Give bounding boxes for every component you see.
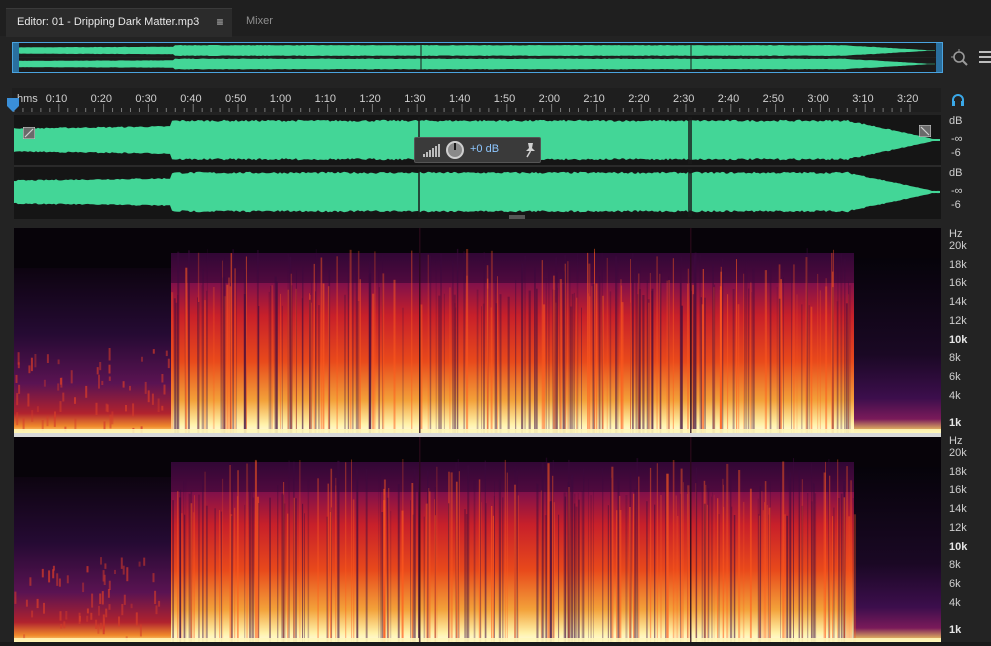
ruler-tick-label: 1:30 bbox=[404, 93, 426, 105]
overview-waveform bbox=[13, 43, 942, 72]
gain-value[interactable]: +0 dB bbox=[470, 143, 499, 155]
freq-tick-label: 20k bbox=[949, 240, 967, 252]
ruler-tick-label: 2:00 bbox=[538, 93, 561, 105]
tab-mixer[interactable]: Mixer bbox=[246, 15, 273, 27]
freq-tick-label: 14k bbox=[949, 503, 967, 515]
freq-tick-label: 16k bbox=[949, 484, 967, 496]
ruler-tick-label: 2:50 bbox=[762, 93, 785, 105]
tab-menu-icon[interactable]: ≡ bbox=[214, 16, 226, 28]
freq-unit-label: Hz bbox=[949, 228, 963, 240]
amp-mid-top: -∞ bbox=[951, 133, 963, 145]
freq-tick-label: 18k bbox=[949, 259, 967, 271]
freq-tick-label: 6k bbox=[949, 578, 961, 590]
freq-tick-label: 10k bbox=[949, 334, 968, 346]
freq-tick-label: 8k bbox=[949, 352, 961, 364]
ruler-tick-label: 2:30 bbox=[673, 93, 695, 105]
bottom-border bbox=[0, 642, 991, 646]
freq-tick-label: 12k bbox=[949, 522, 967, 534]
amp-unit-top: dB bbox=[949, 115, 963, 127]
freq-tick-label: 4k bbox=[949, 390, 961, 402]
freq-tick-label: 16k bbox=[949, 277, 967, 289]
ruler-tick-label: 0:20 bbox=[90, 93, 113, 105]
fade-out-handle[interactable] bbox=[919, 125, 931, 137]
time-ruler[interactable]: 0:10 0:20 0:30 0:40 0:50 1:00 1:10 1:20 1:30 1:40… bbox=[12, 88, 941, 112]
playhead-marker[interactable] bbox=[7, 98, 19, 112]
ruler-tick-label: 2:10 bbox=[583, 93, 605, 105]
ruler-tick-label: 1:00 bbox=[269, 93, 292, 105]
freq-tick-label: 10k bbox=[949, 541, 968, 553]
ruler-tick-label: 0:50 bbox=[225, 93, 247, 105]
freq-unit-label: Hz bbox=[949, 435, 963, 447]
tab-editor-label: Editor: 01 - Dripping Dark Matter.mp3 bbox=[17, 16, 200, 28]
freq-tick-label: 18k bbox=[949, 466, 967, 478]
overview-navigator[interactable] bbox=[12, 42, 943, 73]
level-meter-icon bbox=[423, 144, 440, 157]
freq-tick-label: 8k bbox=[949, 559, 961, 571]
freq-tick-label: 12k bbox=[949, 315, 967, 327]
freq-tick-label: 14k bbox=[949, 296, 967, 308]
amp-low-top: -6 bbox=[951, 147, 961, 159]
freq-tick-label: 1k bbox=[949, 624, 962, 636]
ruler-tick-label: 2:20 bbox=[628, 93, 650, 105]
freq-tick-label: 4k bbox=[949, 597, 961, 609]
ruler-tick-label: 0:40 bbox=[180, 93, 202, 105]
ruler-unit-label: hms bbox=[17, 93, 38, 105]
headphone-icon[interactable] bbox=[951, 93, 965, 107]
spectrogram-left-channel[interactable] bbox=[14, 228, 941, 433]
ruler-tick-label: 3:20 bbox=[897, 93, 919, 105]
ruler-tick-label: 3:10 bbox=[852, 93, 874, 105]
ruler-tick-label: 0:10 bbox=[45, 93, 68, 105]
amp-mid-bottom: -∞ bbox=[951, 185, 963, 197]
waveform-channels bbox=[14, 115, 941, 219]
spectrogram-left-image bbox=[14, 228, 941, 433]
ruler-tick-label: 1:10 bbox=[314, 93, 337, 105]
amp-low-bottom: -6 bbox=[951, 199, 961, 211]
freq-tick-label: 1k bbox=[949, 417, 962, 429]
fade-in-handle[interactable] bbox=[23, 127, 35, 139]
ruler-tick-label: 1:20 bbox=[359, 93, 381, 105]
spectrogram-right-channel[interactable] bbox=[14, 437, 941, 642]
clip-gain-hud[interactable]: +0 dB bbox=[414, 137, 541, 163]
amp-unit-bottom: dB bbox=[949, 167, 963, 179]
tab-editor[interactable]: Editor: 01 - Dripping Dark Matter.mp3 ≡ bbox=[6, 8, 232, 37]
spectrogram-right-image bbox=[14, 437, 941, 642]
pin-icon[interactable] bbox=[523, 142, 537, 158]
zoom-icon[interactable] bbox=[950, 48, 970, 68]
waveform-display[interactable] bbox=[14, 115, 941, 219]
ruler-tick-label: 2:40 bbox=[717, 93, 740, 105]
freq-tick-label: 6k bbox=[949, 371, 961, 383]
ruler-tick-label: 3:00 bbox=[807, 93, 829, 105]
panel-menu-icon[interactable] bbox=[979, 50, 991, 64]
ruler-tick-label: 1:40 bbox=[449, 93, 471, 105]
ruler-tick-label: 0:30 bbox=[135, 93, 157, 105]
ruler-tick-label: 1:50 bbox=[493, 93, 516, 105]
freq-tick-label: 20k bbox=[949, 447, 967, 459]
gain-knob-icon[interactable] bbox=[445, 140, 465, 160]
